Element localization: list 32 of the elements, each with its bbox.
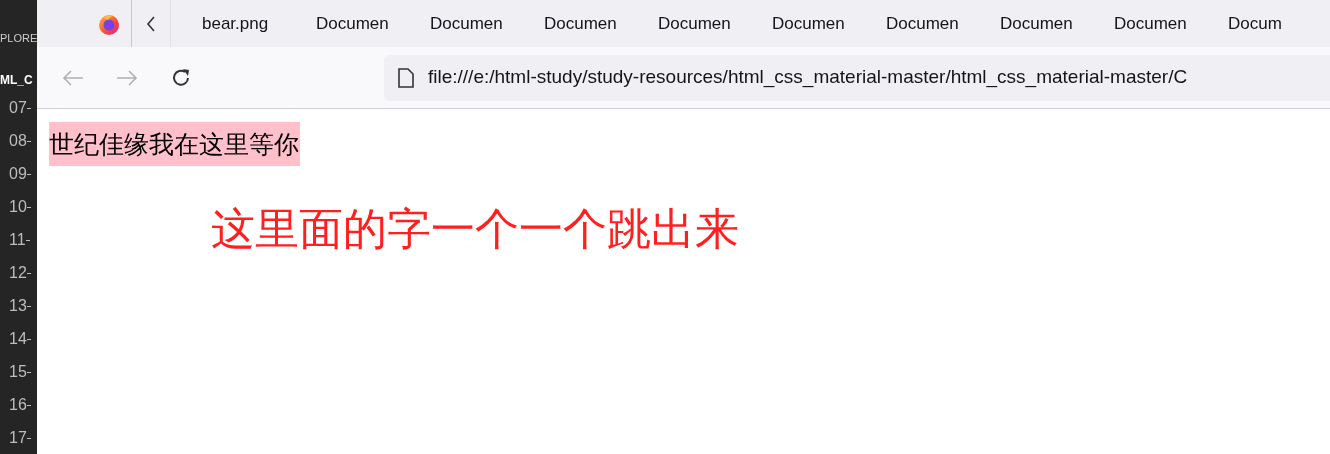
reload-icon (170, 66, 192, 89)
line-number: 09 (9, 165, 27, 183)
browser-tab[interactable]: Documen (646, 3, 760, 44)
forward-arrow-icon (116, 69, 138, 86)
highlighted-text: 世纪佳缘我在这里等你 (49, 122, 300, 166)
folder-label[interactable]: ML_C (0, 70, 37, 89)
line-number: 14 (9, 330, 27, 348)
line-number: 13 (9, 297, 27, 315)
explorer-label: PLORE (0, 31, 37, 46)
line-number: 08 (9, 132, 27, 150)
browser-tab[interactable]: Documen (988, 3, 1102, 44)
line-number: 10 (9, 198, 27, 216)
address-text: file:///e:/html-study/study-resources/html_css_material-master/html_css_material-master/C (428, 65, 1188, 90)
line-number: 17 (9, 429, 27, 447)
browser-tab[interactable]: Documen (304, 3, 418, 44)
chevron-left-icon (145, 14, 156, 33)
browser-tab[interactable]: Documen (418, 3, 532, 44)
line-number: 16 (9, 396, 27, 414)
line-number: 07 (9, 99, 27, 117)
line-number: 11 (9, 231, 26, 249)
browser-tab[interactable]: Docum (1216, 3, 1330, 44)
browser-tab[interactable]: Documen (874, 3, 988, 44)
line-number: 12 (9, 264, 27, 282)
browser-tab[interactable]: bear.png (190, 3, 304, 44)
document-icon (398, 67, 414, 88)
browser-tab[interactable]: Documen (532, 3, 646, 44)
address-field[interactable]: file:///e:/html-study/study-resources/html_css_material-master/html_css_material-master/C (384, 54, 1330, 101)
browser-tab[interactable]: Documen (760, 3, 874, 44)
back-arrow-icon (62, 69, 84, 86)
browser-tab[interactable]: Documen (1102, 3, 1216, 44)
page-heading: 这里面的字一个一个跳出来 (211, 203, 740, 255)
line-number: 15 (9, 363, 27, 381)
